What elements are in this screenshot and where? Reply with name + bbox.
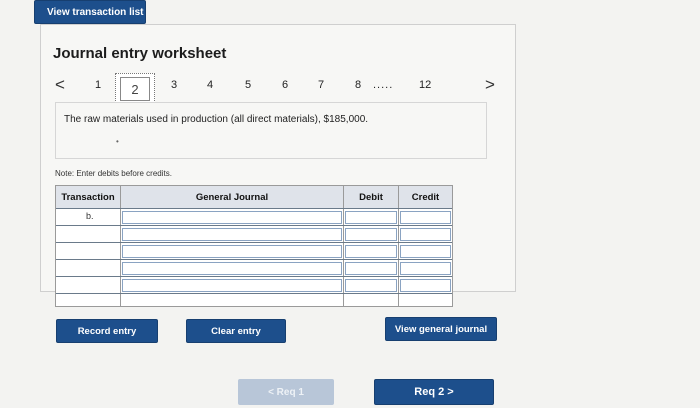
debit-input[interactable] <box>345 245 397 258</box>
next-requirement-button[interactable]: Req 2 > <box>374 379 494 405</box>
pager-prev-icon[interactable]: < <box>55 75 65 95</box>
account-input[interactable] <box>122 228 342 241</box>
table-row <box>56 293 452 307</box>
pager-next-icon[interactable]: > <box>485 75 495 95</box>
credit-input[interactable] <box>400 279 451 292</box>
debit-input[interactable] <box>345 211 397 224</box>
debit-input[interactable] <box>345 279 397 292</box>
column-header-general-journal: General Journal <box>121 186 343 208</box>
pager-page-7[interactable]: 7 <box>318 79 324 91</box>
row-transaction: b. <box>86 211 94 221</box>
column-header-transaction: Transaction <box>56 186 120 208</box>
view-general-journal-button[interactable]: View general journal <box>385 317 497 341</box>
credit-input[interactable] <box>400 245 451 258</box>
instruction-box: The raw materials used in production (al… <box>55 102 487 159</box>
entry-note: Note: Enter debits before credits. <box>55 169 172 178</box>
pager-page-1[interactable]: 1 <box>95 79 101 91</box>
column-header-debit: Debit <box>344 186 398 208</box>
table-row: b. <box>56 208 452 225</box>
pager-current-label: 2 <box>120 77 150 101</box>
column-header-credit: Credit <box>399 186 452 208</box>
prev-requirement-button: < Req 1 <box>238 379 334 405</box>
journal-table: Transaction General Journal Debit Credit… <box>55 185 453 307</box>
pager-page-6[interactable]: 6 <box>282 79 288 91</box>
clear-entry-button[interactable]: Clear entry <box>186 319 286 343</box>
account-input[interactable] <box>122 245 342 258</box>
table-row <box>56 242 452 259</box>
view-transaction-list-button[interactable]: View transaction list <box>34 0 146 24</box>
pager-page-12[interactable]: 12 <box>419 79 431 91</box>
pager-page-4[interactable]: 4 <box>207 79 213 91</box>
pager-page-3[interactable]: 3 <box>171 79 177 91</box>
credit-input[interactable] <box>400 211 451 224</box>
account-input[interactable] <box>122 211 342 224</box>
table-row <box>56 259 452 276</box>
instruction-marker: • <box>116 137 119 146</box>
account-input[interactable] <box>122 262 342 275</box>
journal-entry-worksheet: Journal entry worksheet < 1 2 3 4 5 6 7 … <box>40 24 516 307</box>
credit-input[interactable] <box>400 262 451 275</box>
pager-page-5[interactable]: 5 <box>245 79 251 91</box>
record-entry-button[interactable]: Record entry <box>56 319 158 343</box>
account-input[interactable] <box>122 279 342 292</box>
table-row <box>56 225 452 242</box>
pager-page-2-current[interactable]: 2 <box>115 73 155 105</box>
worksheet-title: Journal entry worksheet <box>53 45 227 62</box>
credit-input[interactable] <box>400 228 451 241</box>
pager-page-8[interactable]: 8 <box>355 79 361 91</box>
table-row <box>56 276 452 293</box>
debit-input[interactable] <box>345 262 397 275</box>
instruction-text: The raw materials used in production (al… <box>64 114 369 125</box>
pager-ellipsis: ..... <box>373 79 394 91</box>
debit-input[interactable] <box>345 228 397 241</box>
